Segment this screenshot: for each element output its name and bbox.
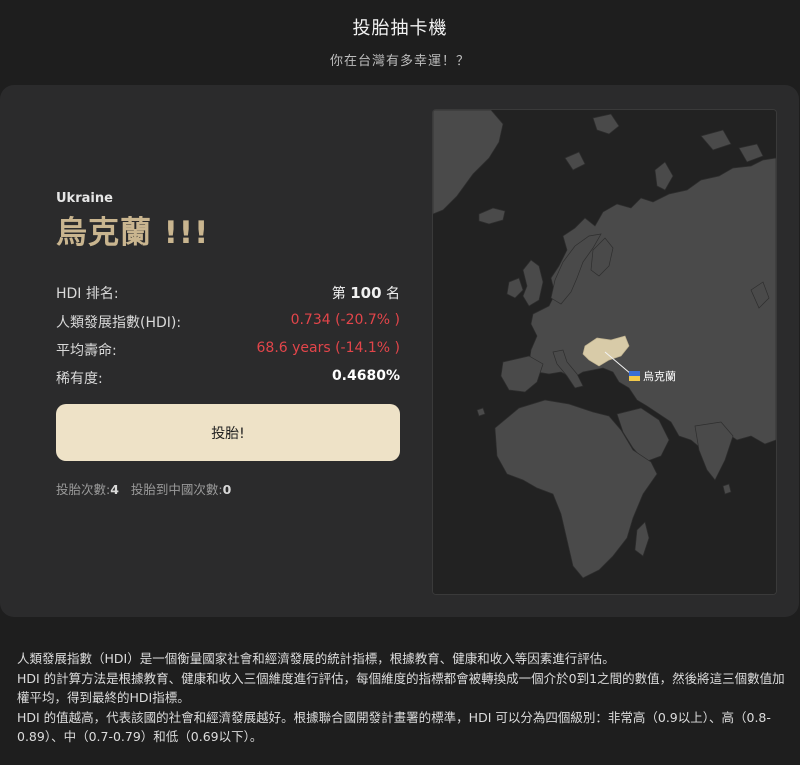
rarity-value: 0.4680%: [331, 368, 400, 384]
hdi-description-paragraph-2: HDI 的計算方法是根據教育、健康和收入三個維度進行評估，每個維度的指標都會被轉…: [17, 670, 785, 706]
rarity-row: 稀有度: 0.4680%: [56, 368, 400, 390]
hdi-index-label: 人類發展指數(HDI):: [56, 315, 182, 331]
world-map[interactable]: 烏克蘭: [432, 109, 777, 595]
flag-yellow: [629, 376, 640, 381]
page-title: 投胎抽卡機: [352, 18, 448, 39]
life-expectancy-value: 68.6 years (-14.1% ): [256, 340, 401, 356]
flag-blue: [629, 371, 640, 376]
country-name-english: Ukraine: [56, 191, 113, 206]
map-marker-label: 烏克蘭: [643, 369, 676, 383]
page-subtitle: 你在台灣有多幸運！？: [329, 54, 470, 69]
result-card: Ukraine 烏克蘭 !!! HDI 排名: 第 100 名 人類發展指數(H…: [0, 85, 799, 617]
hdi-rank-row: HDI 排名: 第 100 名: [56, 283, 400, 305]
rarity-label: 稀有度:: [56, 371, 103, 387]
rank-number: 100: [350, 284, 382, 302]
country-name-chinese: 烏克蘭 !!!: [56, 215, 210, 251]
rank-suffix: 名: [386, 286, 400, 302]
spin-count-label: 投胎次數:: [56, 482, 111, 497]
hdi-description-paragraph-3: HDI 的值越高，代表該國的社會和經濟發展越好。根據聯合國開發計畫署的標準，HD…: [17, 709, 771, 745]
hdi-index-row: 人類發展指數(HDI): 0.734 (-20.7% ): [56, 312, 400, 334]
china-count-label: 投胎到中國次數:: [130, 482, 223, 497]
spin-button[interactable]: 投胎!: [56, 404, 400, 461]
hdi-rank-label: HDI 排名:: [56, 286, 119, 302]
hdi-index-value: 0.734 (-20.7% ): [290, 312, 400, 328]
rank-prefix: 第: [331, 286, 346, 302]
life-expectancy-label: 平均壽命:: [56, 343, 117, 359]
hdi-description: 人類發展指數（HDI）是一個衡量國家社會和經濟發展的統計指標，根據教育、健康和收…: [17, 649, 787, 747]
hdi-rank-value: 第 100 名: [332, 283, 400, 303]
spin-counts: 投胎次數:4 投胎到中國次數:0: [56, 479, 231, 498]
hdi-description-paragraph-1: 人類發展指數（HDI）是一個衡量國家社會和經濟發展的統計指標，根據教育、健康和收…: [17, 651, 615, 666]
world-map-svg: 烏克蘭: [433, 110, 776, 594]
china-count-value: 0: [222, 482, 232, 497]
life-expectancy-row: 平均壽命: 68.6 years (-14.1% ): [56, 340, 400, 362]
spin-count-value: 4: [110, 482, 119, 497]
